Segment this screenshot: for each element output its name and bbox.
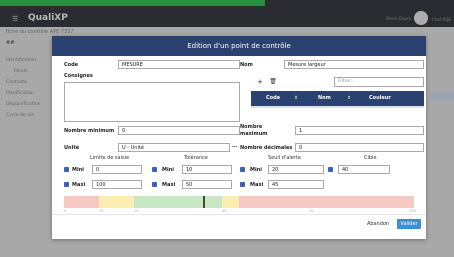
gauge-tick: 45	[222, 209, 227, 213]
dialog-title: Edition d'un point de contrôle	[52, 36, 426, 56]
edit-control-point-dialog: Edition d'un point de contrôle Code MESU…	[52, 36, 426, 239]
unite-input[interactable]: U - Unité	[118, 143, 230, 152]
tolerance-mini-input[interactable]: 10	[182, 165, 232, 174]
limite-mini-input[interactable]: 0	[92, 165, 142, 174]
consignes-textarea[interactable]	[64, 82, 240, 122]
gauge-zone-yellow	[221, 196, 239, 208]
alerte-mini-input[interactable]: 20	[268, 165, 324, 174]
alerte-mini-label: Mini	[250, 167, 262, 173]
column-couleur[interactable]: Couleur	[369, 91, 391, 106]
tolerance-header: Tolérance	[184, 155, 208, 161]
filter-input[interactable]: Filtrer...	[334, 77, 424, 87]
gauge-tick: 0	[64, 209, 67, 213]
alerte-mini-checkbox[interactable]	[240, 167, 245, 172]
seuil-alerte-header: Seuil d'alerte	[268, 155, 301, 161]
cible-checkbox[interactable]	[328, 167, 333, 172]
sort-icon[interactable]: ⇕	[294, 91, 298, 106]
tolerance-maxi-input[interactable]: 50	[182, 180, 232, 189]
gauge-zone-yellow	[99, 196, 134, 208]
tolerance-mini-label: Mini	[162, 167, 174, 173]
tolerance-gauge	[64, 196, 414, 208]
alerte-maxi-label: Maxi	[250, 182, 264, 188]
alerte-maxi-input[interactable]: 45	[268, 180, 324, 189]
nombre-decimales-label: Nombre décimales	[240, 145, 293, 151]
tolerance-maxi-label: Maxi	[162, 182, 176, 188]
unite-browse-button[interactable]: ...	[232, 143, 238, 149]
footer-divider	[52, 214, 426, 215]
gauge-tick: 10	[99, 209, 104, 213]
gauge-tick: 100	[409, 209, 416, 213]
nom-label: Nom	[240, 62, 253, 68]
sort-icon[interactable]: ⇕	[347, 91, 351, 106]
limite-saisie-header: Limite de saisie	[90, 155, 130, 161]
table-body	[251, 106, 424, 108]
limite-maxi-label: Maxi	[72, 182, 86, 188]
gauge-target-marker	[203, 196, 205, 208]
gauge-tick: 50	[309, 209, 314, 213]
add-button[interactable]: +	[254, 76, 266, 88]
column-nom[interactable]: Nom	[318, 91, 331, 106]
tolerance-mini-checkbox[interactable]	[152, 167, 157, 172]
cancel-button[interactable]: Abandon	[367, 221, 389, 227]
nombre-minimum-label: Nombre minimum	[64, 128, 115, 134]
unite-label: Unité	[64, 145, 80, 151]
cible-input[interactable]: 40	[338, 165, 390, 174]
gauge-zone-red	[239, 196, 414, 208]
limite-mini-checkbox[interactable]	[64, 167, 69, 172]
nombre-maximum-input[interactable]: 1	[295, 126, 424, 135]
limite-mini-label: Mini	[72, 167, 84, 173]
alerte-maxi-checkbox[interactable]	[240, 182, 245, 187]
code-input[interactable]: MESURE	[118, 60, 240, 69]
limite-maxi-input[interactable]: 100	[92, 180, 142, 189]
delete-icon[interactable]: 🗑	[267, 76, 279, 88]
tolerance-maxi-checkbox[interactable]	[152, 182, 157, 187]
consignes-label: Consignes	[64, 73, 93, 79]
column-code[interactable]: Code	[266, 91, 280, 106]
nombre-decimales-input[interactable]: 0	[295, 143, 424, 152]
nombre-maximum-label: Nombre maximum	[240, 124, 268, 137]
nom-input[interactable]: Mesure largeur	[284, 60, 424, 69]
code-label: Code	[64, 62, 79, 68]
gauge-zone-green	[134, 196, 222, 208]
colors-table-header: Code ⇕ Nom ⇕ Couleur	[251, 91, 424, 106]
nombre-minimum-input[interactable]: 0	[118, 126, 240, 135]
gauge-tick: 20	[134, 209, 139, 213]
validate-button[interactable]: Valider	[397, 219, 421, 229]
cible-header: Cible	[364, 155, 377, 161]
gauge-zone-red	[64, 196, 99, 208]
limite-maxi-checkbox[interactable]	[64, 182, 69, 187]
